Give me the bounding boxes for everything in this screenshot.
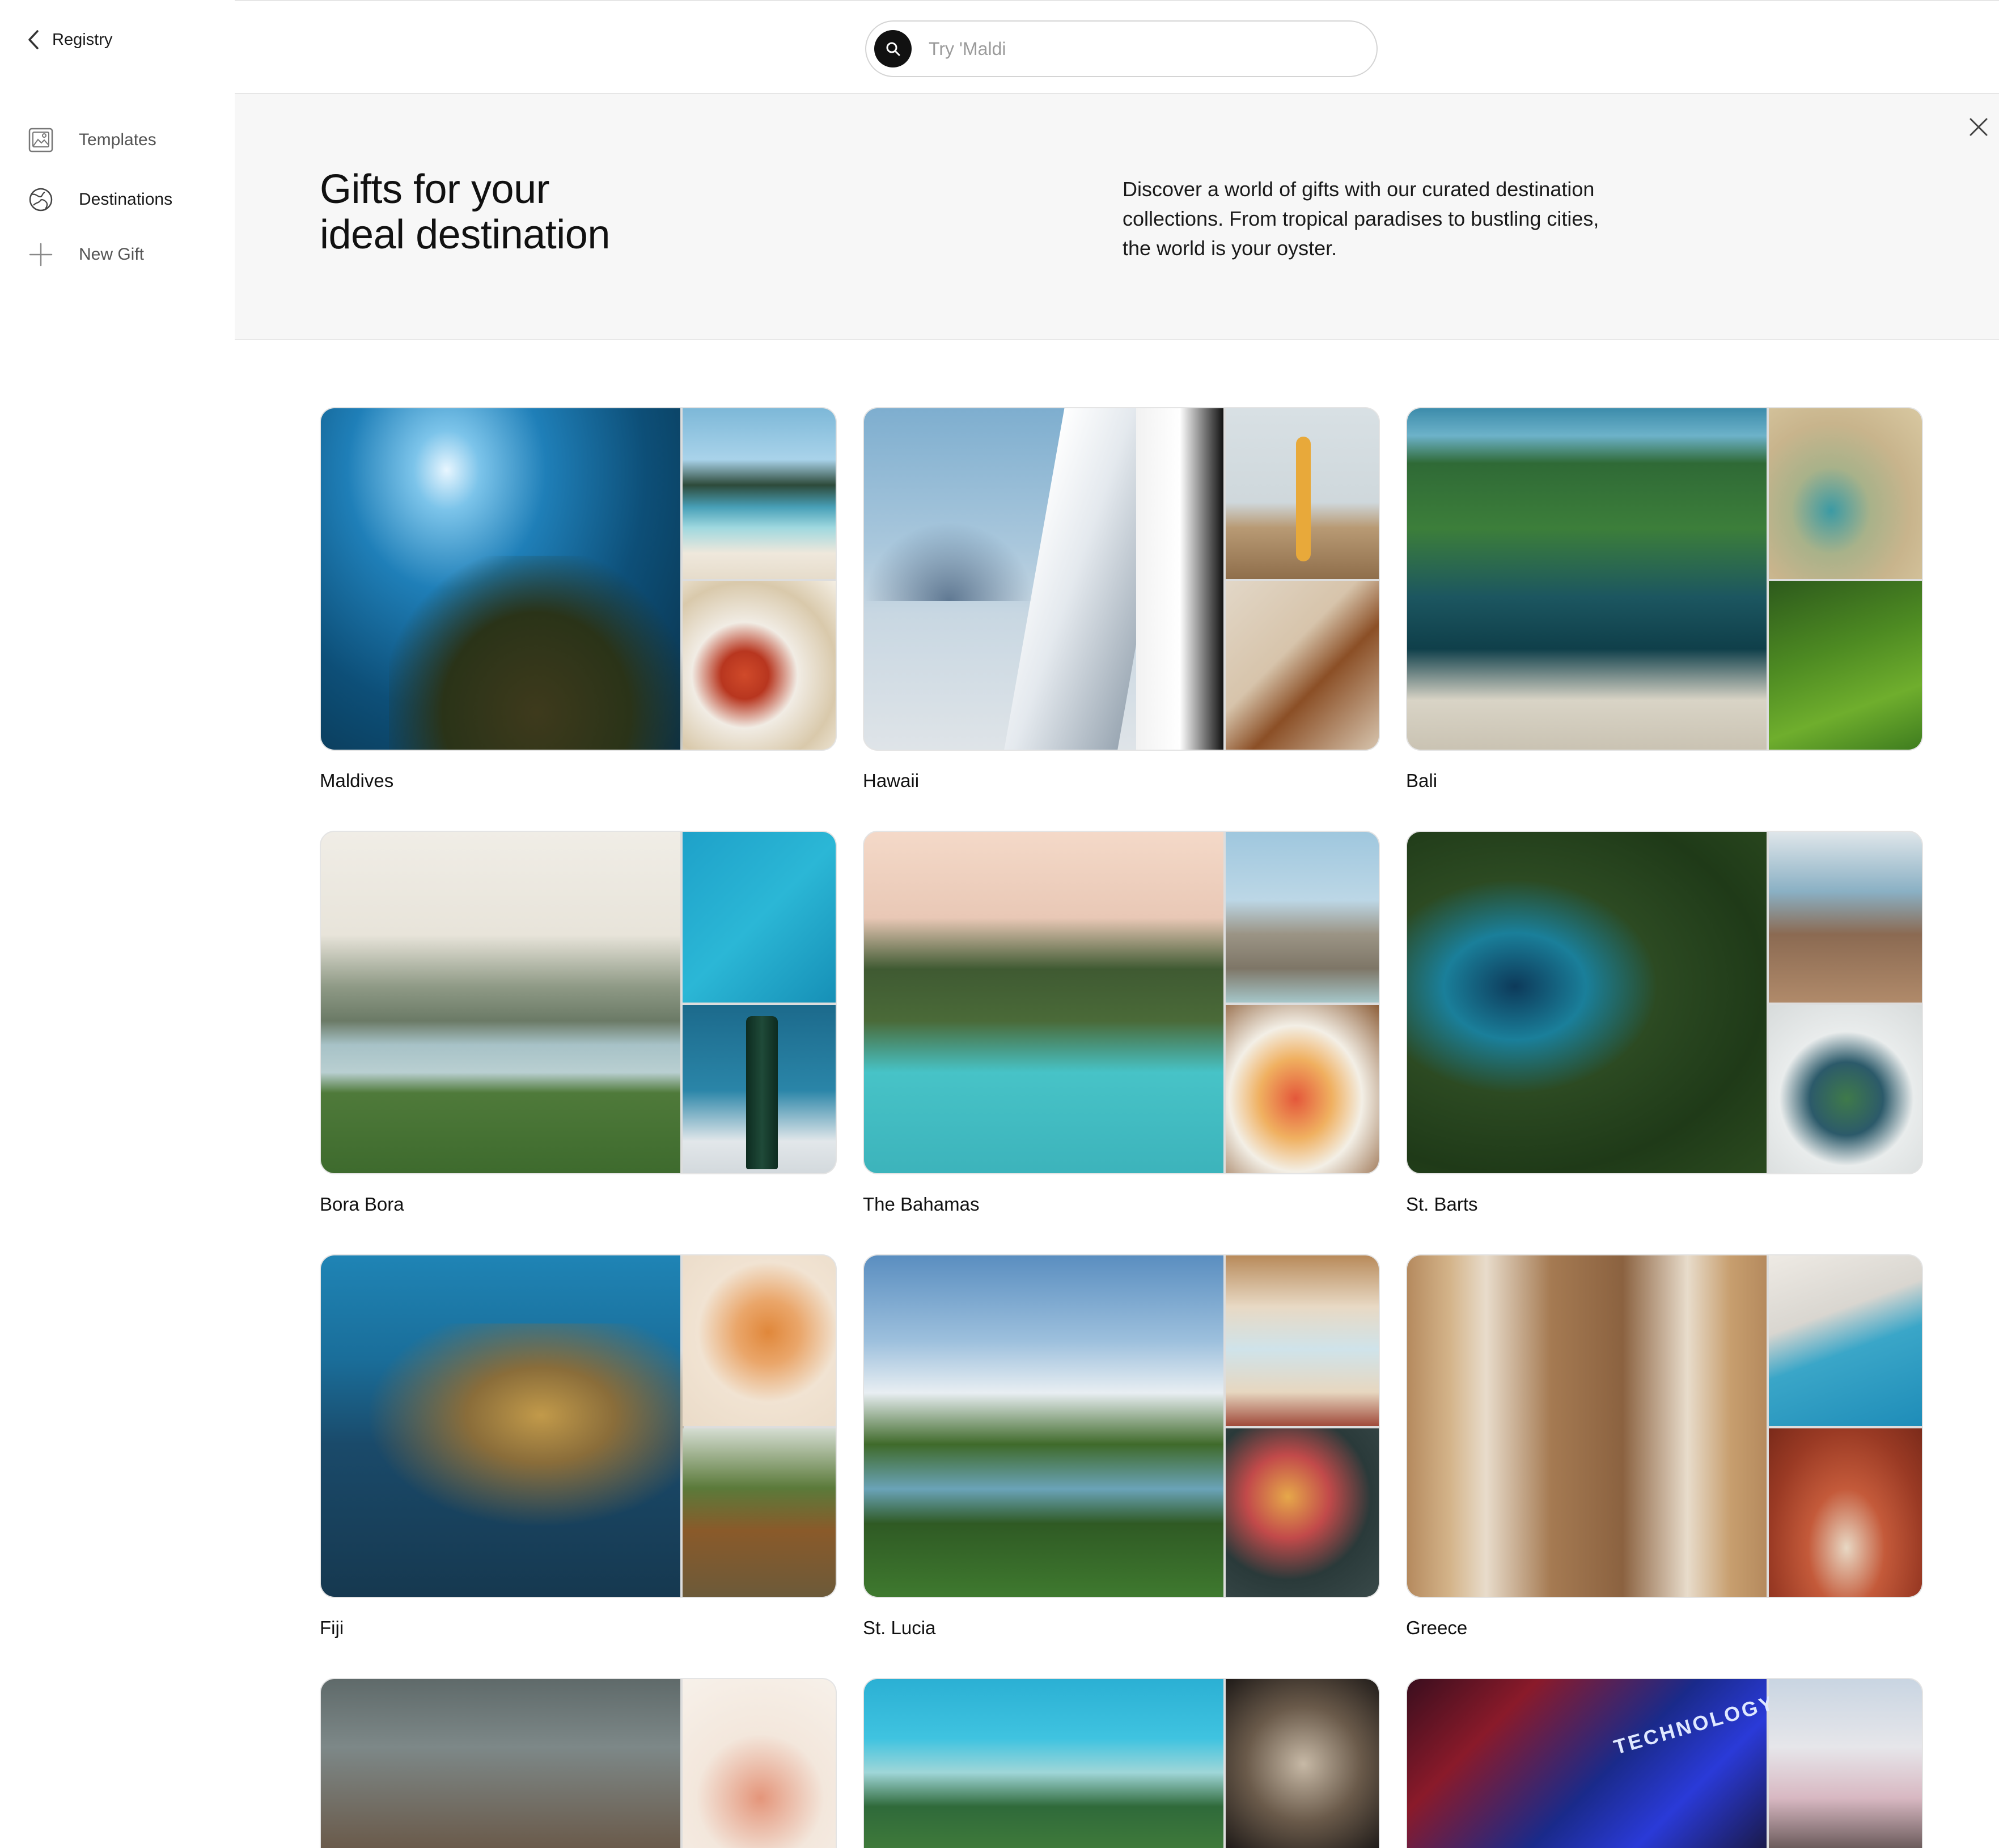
ancient-ruins-photo xyxy=(1407,1255,1767,1597)
destination-card-bali[interactable]: Bali xyxy=(1406,407,1923,793)
plus-icon xyxy=(27,241,54,268)
terrace-restaurant-photo xyxy=(1769,832,1922,1003)
surfboard-beach-photo xyxy=(1226,408,1379,579)
destination-collage xyxy=(320,1254,837,1598)
destination-collage xyxy=(1406,407,1923,751)
destination-collage xyxy=(863,407,1380,751)
shipwreck-beach-photo xyxy=(1769,1255,1922,1426)
destination-name: Bora Bora xyxy=(320,1194,404,1215)
page-title-line-1: Gifts for your xyxy=(320,167,550,212)
destination-card-hawaii[interactable]: Hawaii xyxy=(863,407,1380,793)
page-title: Gifts for your ideal destination xyxy=(320,167,717,257)
destination-name: Greece xyxy=(1406,1617,1468,1638)
fijian-dancers-photo xyxy=(683,1428,836,1597)
coral-reef-fish-photo xyxy=(321,1255,684,1597)
sidebar-item-destinations[interactable]: Destinations xyxy=(27,184,172,215)
sidebar-item-label: Templates xyxy=(79,130,156,149)
back-to-registry-button[interactable]: Registry xyxy=(27,26,112,53)
destination-card-greece[interactable]: Greece xyxy=(1406,1254,1923,1640)
destination-card-maldives[interactable]: Maldives xyxy=(320,407,837,793)
page-title-line-2: ideal destination xyxy=(320,212,610,257)
search-bar xyxy=(865,20,1378,77)
red-cocktails-photo xyxy=(683,581,836,750)
tiki-cocktails-photo xyxy=(1226,581,1379,750)
airplane-wing-photo xyxy=(864,408,1223,750)
globe-icon xyxy=(27,186,54,213)
underwater-coral-photo xyxy=(321,408,684,750)
destination-collage xyxy=(320,407,837,751)
beach-massage-photo xyxy=(1226,1255,1379,1426)
pink-cocktail-photo xyxy=(683,1679,836,1848)
sidebar-item-new-gift[interactable]: New Gift xyxy=(27,239,144,270)
forest-inlet-aerial-photo xyxy=(1407,832,1767,1173)
destination-collage xyxy=(863,1678,1380,1848)
seafood-dish-photo xyxy=(1226,1005,1379,1173)
destination-collage: TECHNOLOGY xyxy=(1406,1678,1923,1848)
hero-description: Discover a world of gifts with our curat… xyxy=(1123,177,1599,260)
overwater-bungalows-photo xyxy=(683,408,836,579)
food-spread-photo xyxy=(1226,1428,1379,1597)
search-input[interactable] xyxy=(927,37,1349,60)
destination-card-the-bahamas[interactable]: The Bahamas xyxy=(863,831,1380,1216)
sidebar: Registry Templates Destinations New Gift xyxy=(0,0,236,1782)
champagne-bottle-photo xyxy=(683,1005,836,1173)
destination-name: The Bahamas xyxy=(863,1194,980,1215)
destination-card-st-barts[interactable]: St. Barts xyxy=(1406,831,1923,1216)
destination-card-st-lucia[interactable]: St. Lucia xyxy=(863,1254,1380,1640)
search-icon xyxy=(886,42,900,56)
destination-name: Fiji xyxy=(320,1617,344,1638)
destination-name: Maldives xyxy=(320,770,394,791)
resort-pool-aerial-photo xyxy=(1407,408,1767,750)
close-icon[interactable] xyxy=(1967,116,1990,138)
carnival-costume-photo xyxy=(1226,1679,1379,1848)
rice-terraces-photo xyxy=(1769,581,1922,750)
sidebar-item-label: Destinations xyxy=(79,190,173,209)
destination-name: Hawaii xyxy=(863,770,920,791)
destination-collage xyxy=(1406,1254,1923,1598)
red-arches-photo xyxy=(1769,1428,1922,1597)
fort-ruins-photo xyxy=(1226,832,1379,1003)
main-panel: Gifts for your ideal destination Discove… xyxy=(235,0,1999,1848)
destination-card-partial[interactable] xyxy=(320,1678,837,1848)
back-label: Registry xyxy=(52,30,113,49)
destination-collage xyxy=(863,1254,1380,1598)
mount-fuji-blossoms-photo xyxy=(1769,1679,1922,1848)
top-bar xyxy=(235,0,1999,94)
turquoise-coast-photo xyxy=(864,1679,1223,1848)
destination-card-partial[interactable]: TECHNOLOGY xyxy=(1406,1678,1923,1848)
plated-dishes-photo xyxy=(1769,1005,1922,1173)
sidebar-item-label: New Gift xyxy=(79,245,145,264)
destination-card-partial[interactable] xyxy=(863,1678,1380,1848)
lagoon-mountain-photo xyxy=(321,832,680,1173)
neon-sign-text: TECHNOLOGY xyxy=(1611,1690,1778,1759)
image-icon xyxy=(27,126,54,154)
chevron-left-icon xyxy=(28,30,39,49)
destination-name: St. Lucia xyxy=(863,1617,936,1638)
destination-collage xyxy=(1406,831,1923,1174)
destination-name: St. Barts xyxy=(1406,1194,1478,1215)
neon-signs-photo: TECHNOLOGY xyxy=(1407,1679,1778,1848)
aerial-beach-texture-photo xyxy=(1769,408,1922,579)
destination-collage xyxy=(320,831,837,1174)
sidebar-item-templates[interactable]: Templates xyxy=(27,124,156,156)
destination-collage xyxy=(320,1678,837,1848)
overwater-villas-aerial-photo xyxy=(683,832,836,1003)
destination-collage xyxy=(863,831,1380,1174)
cloudy-sky-photo xyxy=(321,1679,680,1848)
hero-banner: Gifts for your ideal destination Discove… xyxy=(235,94,1999,340)
palm-pool-photo xyxy=(864,832,1223,1173)
destination-name: Bali xyxy=(1406,770,1438,791)
destination-card-bora-bora[interactable]: Bora Bora xyxy=(320,831,837,1216)
rose-cocktails-photo xyxy=(683,1255,836,1426)
pitons-resort-photo xyxy=(864,1255,1223,1597)
destination-card-fiji[interactable]: Fiji xyxy=(320,1254,837,1640)
search-button[interactable] xyxy=(874,30,912,67)
